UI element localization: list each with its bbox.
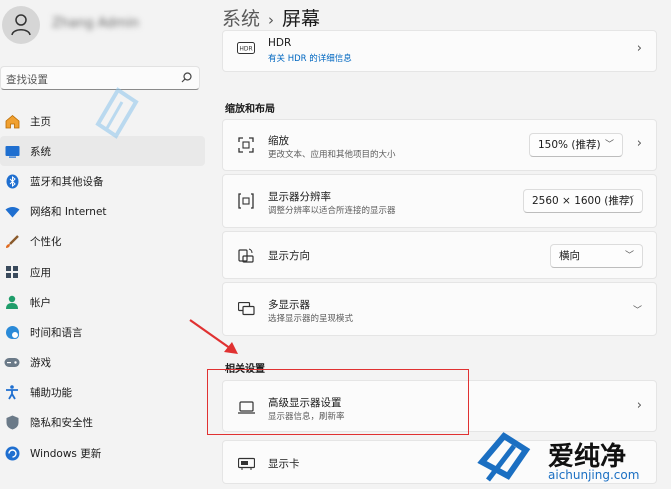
chevron-right-icon[interactable]: › bbox=[637, 136, 642, 151]
nav-item-accessibility[interactable]: 辅助功能 bbox=[0, 378, 205, 408]
resolution-subtitle: 调整分辨率以适合所连接的显示器 bbox=[268, 206, 396, 216]
graphics-card-title: 显示卡 bbox=[268, 458, 300, 470]
nav-item-network[interactable]: 网络和 Internet bbox=[0, 197, 205, 227]
scale-title: 缩放 bbox=[268, 135, 289, 147]
breadcrumb-separator: › bbox=[268, 11, 275, 29]
hdr-link[interactable]: 有关 HDR 的详细信息 bbox=[268, 52, 352, 64]
user-avatar[interactable] bbox=[2, 6, 40, 44]
nav-item-label: 主页 bbox=[30, 115, 51, 128]
nav-item-label: 系统 bbox=[30, 145, 51, 158]
globe-clock-icon bbox=[4, 324, 20, 340]
nav-item-label: Windows 更新 bbox=[30, 447, 102, 460]
scale-dropdown-value: 150% (推荐) bbox=[538, 139, 601, 151]
user-icon bbox=[11, 14, 31, 36]
page-title: 屏幕 bbox=[282, 8, 321, 30]
resolution-title: 显示器分辨率 bbox=[268, 191, 331, 203]
chevron-right-icon: › bbox=[636, 398, 642, 413]
nav-item-label: 游戏 bbox=[30, 357, 51, 370]
multi-display-icon bbox=[237, 300, 255, 318]
resolution-dropdown-value: 2560 × 1600 (推荐) bbox=[532, 195, 634, 207]
multi-display-title: 多显示器 bbox=[268, 299, 310, 311]
nav-item-gaming[interactable]: 游戏 bbox=[0, 348, 205, 378]
chevron-right-icon: › bbox=[636, 41, 642, 56]
chevron-down-icon[interactable]: ﹀ bbox=[633, 303, 642, 316]
scale-dropdown[interactable]: 150% (推荐) ﹀ bbox=[529, 133, 623, 157]
scale-card: 缩放 更改文本、应用和其他项目的大小 150% (推荐) ﹀ › bbox=[222, 119, 657, 171]
system-icon bbox=[4, 143, 20, 159]
nav-item-personalization[interactable]: 个性化 bbox=[0, 227, 205, 257]
breadcrumb: 系统 › 屏幕 bbox=[222, 4, 320, 31]
home-icon bbox=[4, 113, 20, 129]
nav-item-windows-update[interactable]: Windows 更新 bbox=[0, 438, 205, 468]
rotate-icon bbox=[237, 246, 255, 264]
highlight-box bbox=[207, 369, 469, 435]
nav-item-label: 个性化 bbox=[30, 236, 62, 249]
nav-item-label: 蓝牙和其他设备 bbox=[30, 175, 104, 188]
hdr-card[interactable]: HDR HDR 有关 HDR 的详细信息 › bbox=[222, 30, 657, 72]
section-heading-scale-layout: 缩放和布局 bbox=[225, 104, 275, 115]
orientation-title: 显示方向 bbox=[268, 250, 310, 262]
pointer-arrow-icon bbox=[189, 319, 238, 354]
resolution-icon bbox=[237, 192, 255, 210]
nav-item-label: 隐私和安全性 bbox=[30, 417, 93, 430]
accessibility-icon bbox=[4, 385, 20, 401]
nav-item-label: 时间和语言 bbox=[30, 326, 83, 339]
user-name: Zhang Admin bbox=[52, 16, 140, 31]
sidebar: Zhang Admin 查找设置 主页 系统 蓝牙和其他设备 网络和 Inter… bbox=[0, 0, 210, 489]
resolution-card: 显示器分辨率 调整分辨率以适合所连接的显示器 2560 × 1600 (推荐) … bbox=[222, 174, 657, 228]
chevron-down-icon: ﹀ bbox=[624, 196, 634, 206]
multi-display-card[interactable]: 多显示器 选择显示器的呈现模式 ﹀ bbox=[222, 282, 657, 336]
update-icon bbox=[4, 445, 20, 461]
brand-logo-icon bbox=[477, 432, 531, 482]
breadcrumb-root[interactable]: 系统 bbox=[222, 8, 260, 30]
shield-icon bbox=[4, 415, 20, 431]
nav-item-privacy[interactable]: 隐私和安全性 bbox=[0, 408, 205, 438]
brush-icon bbox=[4, 234, 20, 250]
scale-subtitle: 更改文本、应用和其他项目的大小 bbox=[268, 150, 396, 160]
chevron-down-icon: ﹀ bbox=[604, 140, 614, 150]
watermark-logo: 爱纯净 aichunjing.com bbox=[470, 432, 671, 489]
hdr-title: HDR bbox=[268, 37, 292, 49]
search-icon[interactable] bbox=[181, 72, 192, 83]
nav-item-accounts[interactable]: 帐户 bbox=[0, 287, 205, 317]
svg-text:HDR: HDR bbox=[239, 46, 252, 53]
bluetooth-icon bbox=[4, 173, 20, 189]
watermark-logo-faint bbox=[92, 84, 142, 147]
hdr-icon: HDR bbox=[237, 39, 255, 57]
chevron-down-icon: ﹀ bbox=[624, 251, 634, 261]
nav-list: 主页 系统 蓝牙和其他设备 网络和 Internet 个性化 应用 帐户 时间和… bbox=[0, 106, 205, 468]
scale-icon bbox=[237, 136, 255, 154]
search-placeholder: 查找设置 bbox=[6, 74, 48, 86]
nav-item-label: 网络和 Internet bbox=[30, 206, 107, 219]
wifi-icon bbox=[4, 204, 20, 220]
nav-item-label: 应用 bbox=[30, 266, 51, 279]
orientation-card: 显示方向 横向 ﹀ bbox=[222, 231, 657, 279]
nav-item-bluetooth[interactable]: 蓝牙和其他设备 bbox=[0, 166, 205, 196]
gpu-icon bbox=[237, 454, 255, 472]
orientation-dropdown[interactable]: 横向 ﹀ bbox=[550, 244, 643, 268]
nav-item-time-language[interactable]: 时间和语言 bbox=[0, 317, 205, 347]
nav-item-apps[interactable]: 应用 bbox=[0, 257, 205, 287]
nav-item-label: 帐户 bbox=[30, 296, 51, 309]
resolution-dropdown[interactable]: 2560 × 1600 (推荐) ﹀ bbox=[523, 189, 643, 213]
account-icon bbox=[4, 294, 20, 310]
orientation-dropdown-value: 横向 bbox=[559, 250, 580, 262]
gamepad-icon bbox=[4, 355, 20, 371]
nav-item-label: 辅助功能 bbox=[30, 387, 72, 400]
apps-icon bbox=[4, 264, 20, 280]
watermark-site-url: aichunjing.com bbox=[548, 468, 640, 482]
multi-display-subtitle: 选择显示器的呈现模式 bbox=[268, 314, 354, 324]
